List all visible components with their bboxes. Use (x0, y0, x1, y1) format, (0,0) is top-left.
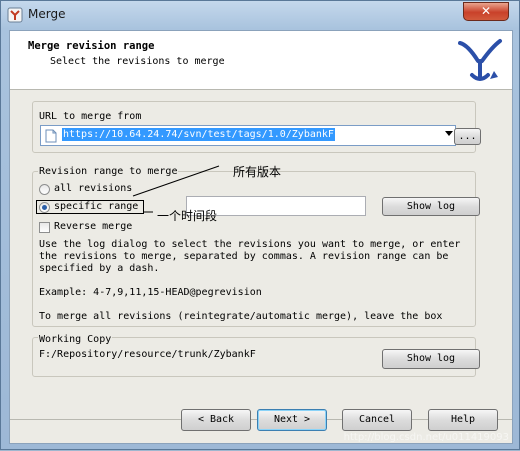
watermark: http://blog.csdn.net/u011419093 (343, 432, 509, 443)
annotation-all-versions: 所有版本 (233, 165, 282, 179)
merge-dialog-window: Merge ✕ Merge revision range Select the … (0, 0, 520, 450)
annotation-lines (132, 165, 220, 213)
annotation-a-period: 一个时间段 (157, 209, 218, 223)
